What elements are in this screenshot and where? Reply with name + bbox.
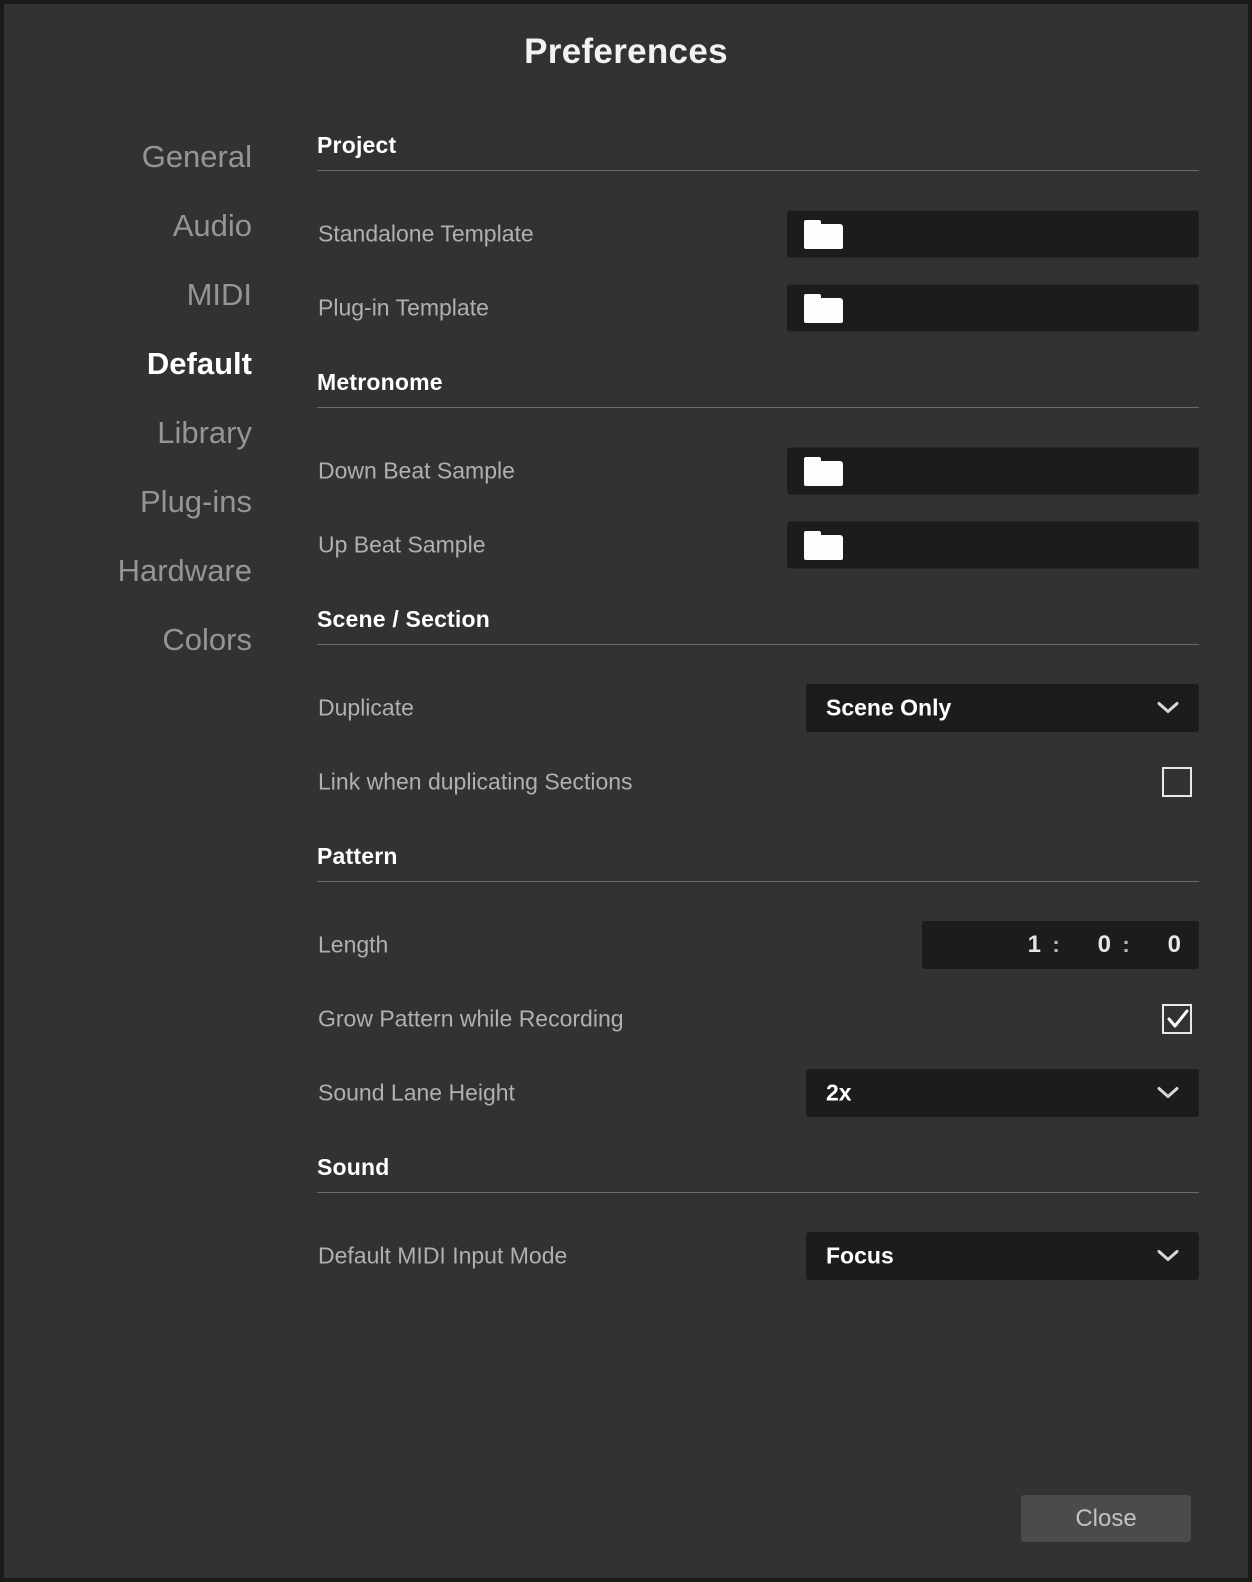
down-beat-sample-field[interactable]	[787, 447, 1199, 495]
section-heading-metronome-label: Metronome	[317, 369, 443, 395]
link-when-duplicating-checkbox[interactable]	[1162, 767, 1192, 797]
row-plugin-template: Plug-in Template	[317, 271, 1199, 345]
row-duplicate: Duplicate Scene Only	[317, 671, 1199, 745]
up-beat-sample-label: Up Beat Sample	[318, 531, 486, 558]
section-divider	[317, 881, 1199, 882]
section-heading-scene-section: Scene / Section	[317, 606, 1199, 645]
section-heading-project-label: Project	[317, 132, 397, 158]
sidebar-item-library[interactable]: Library	[44, 398, 254, 467]
sidebar-item-colors[interactable]: Colors	[44, 605, 254, 674]
section-heading-scene-section-label: Scene / Section	[317, 606, 491, 632]
default-midi-input-mode-value: Focus	[826, 1242, 894, 1269]
section-divider	[317, 170, 1199, 171]
row-default-midi-input-mode: Default MIDI Input Mode Focus	[317, 1219, 1199, 1293]
sidebar-item-plug-ins[interactable]: Plug-ins	[44, 467, 254, 536]
sidebar: General Audio MIDI Default Library Plug-…	[44, 122, 254, 674]
sidebar-item-default[interactable]: Default	[44, 329, 254, 398]
duplicate-dropdown[interactable]: Scene Only	[806, 684, 1199, 732]
chevron-down-icon	[1157, 702, 1179, 715]
sound-lane-height-label: Sound Lane Height	[318, 1079, 515, 1106]
row-sound-lane-height: Sound Lane Height 2x	[317, 1056, 1199, 1130]
preferences-dialog: Preferences General Audio MIDI Default L…	[0, 0, 1252, 1582]
folder-icon	[804, 530, 843, 560]
sound-lane-height-value: 2x	[826, 1079, 852, 1106]
section-heading-project: Project	[317, 132, 1199, 171]
close-button[interactable]: Close	[1021, 1495, 1191, 1542]
folder-icon	[804, 219, 843, 249]
duplicate-label: Duplicate	[318, 694, 414, 721]
length-bars[interactable]: 1	[1001, 931, 1041, 959]
duplicate-value: Scene Only	[826, 694, 952, 721]
row-length: Length 1 : 0 : 0	[317, 908, 1199, 982]
chevron-down-icon	[1157, 1250, 1179, 1263]
check-icon	[1166, 1007, 1190, 1031]
section-heading-sound: Sound	[317, 1154, 1199, 1193]
sidebar-item-midi[interactable]: MIDI	[44, 260, 254, 329]
section-divider	[317, 644, 1199, 645]
length-separator: :	[1122, 932, 1130, 957]
default-midi-input-mode-dropdown[interactable]: Focus	[806, 1232, 1199, 1280]
section-divider	[317, 407, 1199, 408]
sound-lane-height-dropdown[interactable]: 2x	[806, 1069, 1199, 1117]
length-ticks[interactable]: 0	[1141, 931, 1181, 959]
down-beat-sample-label: Down Beat Sample	[318, 457, 515, 484]
section-heading-pattern: Pattern	[317, 843, 1199, 882]
grow-pattern-label: Grow Pattern while Recording	[318, 1005, 624, 1032]
length-label: Length	[318, 931, 389, 958]
row-grow-pattern: Grow Pattern while Recording	[317, 982, 1199, 1056]
sidebar-item-audio[interactable]: Audio	[44, 191, 254, 260]
standalone-template-label: Standalone Template	[318, 220, 534, 247]
section-heading-sound-label: Sound	[317, 1154, 390, 1180]
link-when-duplicating-label: Link when duplicating Sections	[318, 768, 633, 795]
dialog-title-bar: Preferences	[4, 4, 1248, 114]
page-title: Preferences	[524, 32, 728, 71]
settings-panel: Project Standalone Template Plug-in Temp…	[317, 132, 1199, 1293]
plugin-template-label: Plug-in Template	[318, 294, 489, 321]
length-beats[interactable]: 0	[1071, 931, 1111, 959]
default-midi-input-mode-label: Default MIDI Input Mode	[318, 1242, 568, 1269]
row-standalone-template: Standalone Template	[317, 197, 1199, 271]
grow-pattern-checkbox[interactable]	[1162, 1004, 1192, 1034]
row-up-beat-sample: Up Beat Sample	[317, 508, 1199, 582]
standalone-template-field[interactable]	[787, 210, 1199, 258]
length-field[interactable]: 1 : 0 : 0	[922, 921, 1199, 969]
length-separator: :	[1052, 932, 1060, 957]
section-divider	[317, 1192, 1199, 1193]
sidebar-item-hardware[interactable]: Hardware	[44, 536, 254, 605]
plugin-template-field[interactable]	[787, 284, 1199, 332]
row-down-beat-sample: Down Beat Sample	[317, 434, 1199, 508]
folder-icon	[804, 456, 843, 486]
up-beat-sample-field[interactable]	[787, 521, 1199, 569]
chevron-down-icon	[1157, 1087, 1179, 1100]
folder-icon	[804, 293, 843, 323]
sidebar-item-general[interactable]: General	[44, 122, 254, 191]
section-heading-metronome: Metronome	[317, 369, 1199, 408]
section-heading-pattern-label: Pattern	[317, 843, 398, 869]
row-link-when-duplicating: Link when duplicating Sections	[317, 745, 1199, 819]
